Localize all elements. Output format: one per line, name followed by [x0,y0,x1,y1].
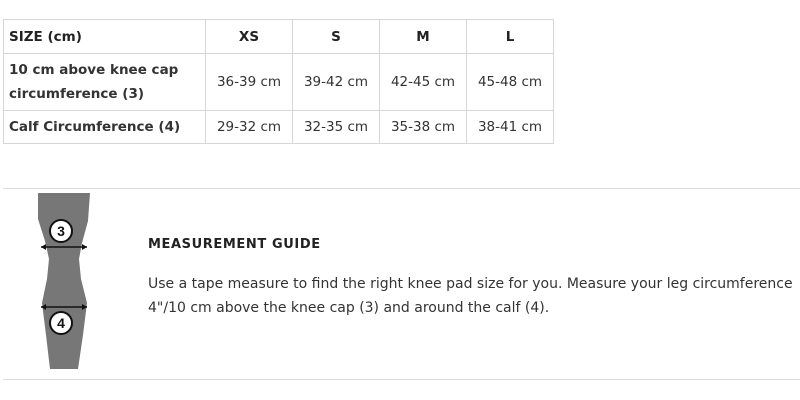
header-s: S [292,19,380,54]
size-chart-table: SIZE (cm) XS S M L 10 cm above knee cap … [3,19,554,144]
cell-knee-m: 42-45 cm [379,53,467,111]
divider-bottom [3,379,800,380]
table-row-calf: Calf Circumference (4) 29-32 cm 32-35 cm… [3,110,554,144]
marker-3-label: 3 [57,223,65,239]
table-row-knee: 10 cm above knee cap circumference (3) 3… [3,53,554,111]
cell-knee-l: 45-48 cm [466,53,554,111]
row-label-knee-line2: circumference (3) [9,86,145,102]
header-xs: XS [205,19,293,54]
cell-calf-xs: 29-32 cm [205,110,293,144]
measurement-guide-title: MEASUREMENT GUIDE [148,237,321,252]
table-header-row: SIZE (cm) XS S M L [3,19,554,54]
header-m: M [379,19,467,54]
cell-calf-l: 38-41 cm [466,110,554,144]
arrow-right-knee-icon [82,244,87,250]
header-l: L [466,19,554,54]
row-label-knee-line1: 10 cm above knee cap [9,62,179,78]
measurement-guide-text: Use a tape measure to find the right kne… [148,276,793,316]
cell-knee-xs: 36-39 cm [205,53,293,111]
row-label-calf: Calf Circumference (4) [3,110,206,144]
cell-knee-s: 39-42 cm [292,53,380,111]
cell-calf-m: 35-38 cm [379,110,467,144]
cell-calf-s: 32-35 cm [292,110,380,144]
divider-top [3,188,800,189]
marker-4-label: 4 [57,315,65,331]
leg-diagram: 3 4 [38,193,90,369]
row-label-knee: 10 cm above knee cap circumference (3) [3,53,206,111]
arrow-left-knee-icon [41,244,46,250]
header-size-cm: SIZE (cm) [3,19,206,54]
